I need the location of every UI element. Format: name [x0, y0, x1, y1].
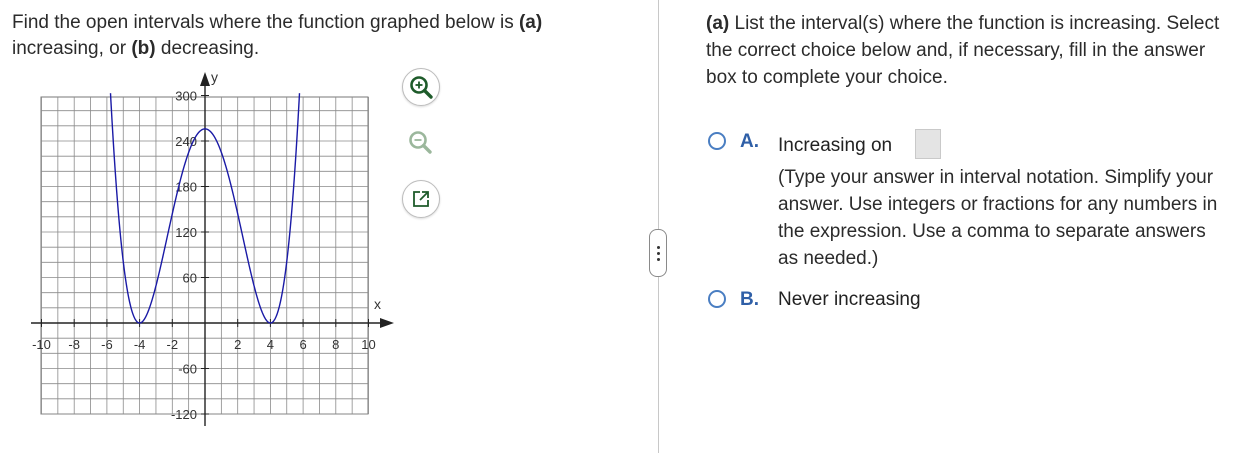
x-tick-label: 2: [234, 337, 241, 352]
zoom-in-button[interactable]: [402, 68, 440, 106]
y-tick-label: -60: [178, 362, 197, 377]
popout-icon: [413, 191, 429, 207]
popout-button[interactable]: [402, 180, 440, 218]
choice-a-text: Increasing on: [778, 135, 893, 156]
y-axis-arrow: [200, 72, 210, 86]
x-tick-label: -4: [134, 337, 146, 352]
x-tick-label: -6: [101, 337, 113, 352]
x-tick-label: -8: [68, 337, 80, 352]
x-tick-label: 10: [361, 337, 375, 352]
y-tick-label: 60: [183, 271, 197, 286]
x-tick-label: -2: [167, 337, 179, 352]
choice-b-text: Never increasing: [778, 289, 921, 310]
function-graph: -10 -8 -6 -4 -2 2 4 6 8 1030024018012060-60-120 y…: [31, 69, 394, 426]
x-axis-label: x: [374, 296, 381, 312]
handle-dot: [656, 245, 660, 249]
x-tick-label: 6: [299, 337, 306, 352]
x-tick-label: 8: [332, 337, 339, 352]
x-tick-label: 4: [267, 337, 274, 352]
x-axis-arrow: [380, 318, 394, 328]
y-tick-label: 120: [175, 225, 197, 240]
handle-dot: [656, 251, 660, 255]
choice-a-hint: (Type your answer in interval notation. …: [778, 167, 1218, 269]
y-axis-label: y: [211, 69, 218, 85]
y-tick-label: 300: [175, 89, 197, 104]
answer-pane: (a) List the interval(s) where the funct…: [666, 0, 1239, 453]
x-tick-label: -10: [32, 337, 51, 352]
question-a-label: (a): [518, 12, 543, 33]
zoom-out-icon: [409, 131, 432, 154]
prompt-a-label: (a): [706, 13, 730, 34]
zoom-out-button[interactable]: [402, 124, 438, 160]
choice-b-radio[interactable]: [708, 290, 726, 308]
pane-resize-handle[interactable]: [649, 229, 667, 277]
prompt-text: List the interval(s) where the function …: [706, 13, 1220, 88]
y-tick-label: -120: [171, 407, 197, 422]
part-a-prompt: (a) List the interval(s) where the funct…: [706, 10, 1236, 91]
zoom-in-icon: [410, 76, 433, 99]
choice-a-radio[interactable]: [708, 132, 726, 150]
question-pane: Find the open intervals where the functi…: [0, 0, 658, 453]
interval-answer-box[interactable]: [915, 129, 941, 159]
pane-divider: [658, 0, 659, 453]
choice-b-letter: B.: [740, 289, 759, 310]
handle-dot: [656, 257, 660, 261]
choice-a-letter: A.: [740, 131, 759, 152]
